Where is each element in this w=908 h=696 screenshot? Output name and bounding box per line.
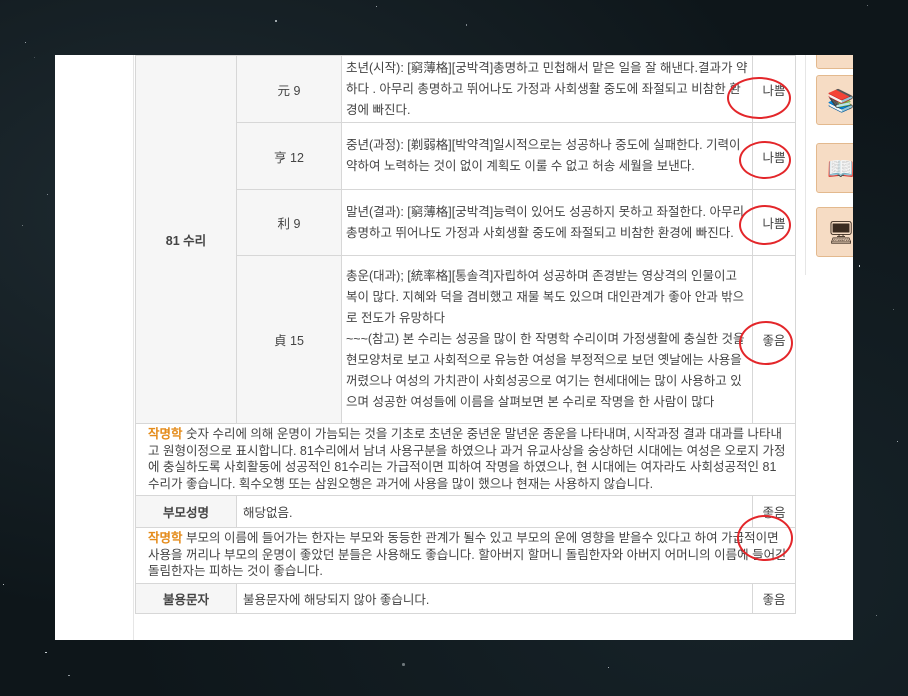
reading-icon[interactable]: 📖 [816,143,853,193]
parent-value: 해당없음. [236,495,753,528]
parent-label: 부모성명 [135,495,237,528]
note-label: 작명학 [148,531,183,545]
group-label: 81 수리 [135,55,237,424]
suri-desc: 중년(과정): [剃弱格][박약격]일시적으로는 성공하나 중도에 실패한다. … [341,122,753,190]
highlight-circle [739,141,791,179]
note-jakmyeonghak: 작명학 숫자 수리에 의해 운명이 가늠되는 것을 기초로 초년운 중년운 말년… [135,423,796,496]
suri-desc: 초년(시작): [窮薄格][궁박격]총명하고 민첩해서 맡은 일을 잘 해낸다.… [341,55,753,123]
star [858,265,861,267]
note-row: 작명학 부모의 이름에 들어가는 한자는 부모와 동등한 관계가 될수 있고 부… [135,527,796,584]
star [896,440,899,442]
star [607,666,609,668]
star [33,56,36,58]
box-icon[interactable]: ▭ [816,55,853,69]
bullyong-label: 불용문자 [135,582,237,614]
note-text: 숫자 수리에 의해 운명이 가늠되는 것을 기초로 초년운 중년운 말년운 종운… [148,427,786,491]
left-margin [55,55,134,640]
verdict-good: 좋음 [752,582,796,614]
note-parent: 작명학 부모의 이름에 들어가는 한자는 부모와 동등한 관계가 될수 있고 부… [135,527,796,584]
screenshot-panel: 81 수리 元 9 초년(시작): [窮薄格][궁박격]총명하고 민첩해서 맡은… [55,55,853,640]
suri-value: 元 9 [236,55,342,123]
computer-icon[interactable]: 🖥 [816,207,853,257]
result-table-area: 81 수리 元 9 초년(시작): [窮薄格][궁박격]총명하고 민첩해서 맡은… [135,55,796,640]
parent-row: 부모성명 해당없음. 좋음 [135,495,796,528]
star [402,663,405,666]
highlight-circle [737,515,793,561]
star [21,224,24,226]
table-row: 81 수리 元 9 초년(시작): [窮薄格][궁박격]총명하고 민첩해서 맡은… [135,55,796,424]
note-label: 작명학 [148,427,183,441]
right-sidebar: ▭ 📚 📖 🖥 [805,55,853,275]
bullyong-row: 불용문자 불용문자에 해당되지 않아 좋습니다. 좋음 [135,582,796,614]
star [866,4,868,7]
note-row: 작명학 숫자 수리에 의해 운명이 가늠되는 것을 기초로 초년운 중년운 말년… [135,423,796,496]
star [375,5,377,8]
suri-desc: 총운(대과); [統率格][통솔격]자립하여 성공하며 존경받는 영상격의 인물… [341,255,753,424]
bullyong-value: 불용문자에 해당되지 않아 좋습니다. [236,582,753,614]
star [275,20,277,22]
suri-table: 81 수리 元 9 초년(시작): [窮薄格][궁박격]총명하고 민첩해서 맡은… [135,55,796,614]
note-text: 부모의 이름에 들어가는 한자는 부모와 동등한 관계가 될수 있고 부모의 운… [148,531,787,578]
suri-value: 亨 12 [236,122,342,190]
star [45,651,47,653]
suri-value: 貞 15 [236,255,342,424]
highlight-circle [727,77,791,119]
suri-value: 利 9 [236,189,342,256]
highlight-circle [739,205,791,245]
highlight-circle [739,321,793,365]
books-icon[interactable]: 📚 [816,75,853,125]
suri-desc: 말년(결과): [窮薄格][궁박격]능력이 있어도 성공하지 못하고 좌절한다.… [341,189,753,256]
